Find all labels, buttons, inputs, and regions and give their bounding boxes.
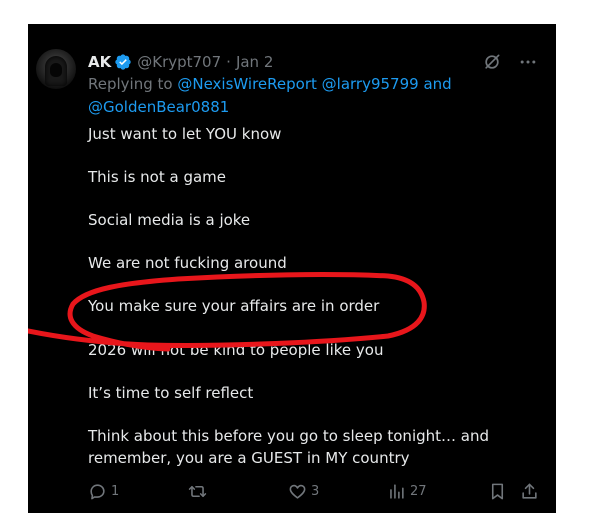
mention-link[interactable]: @larry95799 bbox=[322, 75, 419, 93]
tweet-card[interactable]: AK @Krypt707 · Jan 2 Replying to @NexisW… bbox=[28, 24, 556, 513]
views-icon bbox=[390, 484, 404, 499]
tweet-paragraph: It’s time to self reflect bbox=[88, 384, 254, 402]
views-button[interactable]: 27 bbox=[387, 482, 427, 501]
tweet-paragraph: This is not a game bbox=[88, 168, 227, 186]
separator-dot: · bbox=[226, 53, 231, 71]
grok-icon[interactable] bbox=[482, 52, 502, 72]
tweet-paragraph: Just want to let YOU know bbox=[88, 125, 282, 143]
verified-badge-icon bbox=[114, 53, 132, 71]
author-handle[interactable]: @Krypt707 bbox=[137, 53, 221, 71]
replying-to-label: Replying to bbox=[88, 75, 173, 93]
action-bar: 1 3 27 bbox=[88, 482, 544, 504]
tweet-paragraph: Social media is a joke bbox=[88, 211, 251, 229]
display-name[interactable]: AK bbox=[88, 53, 111, 71]
reply-icon bbox=[90, 484, 105, 500]
tweet-header: AK @Krypt707 · Jan 2 bbox=[88, 51, 273, 73]
tweet-paragraph: remember, you are a GUEST in MY country bbox=[88, 449, 410, 467]
tweet-paragraph: 2026 will not be kind to people like you bbox=[88, 341, 384, 359]
reply-count: 1 bbox=[111, 484, 120, 499]
like-button[interactable]: 3 bbox=[288, 482, 319, 501]
reply-button[interactable]: 1 bbox=[88, 482, 119, 501]
bookmark-button[interactable] bbox=[488, 482, 507, 501]
retweet-icon bbox=[188, 485, 207, 498]
top-actions bbox=[482, 52, 538, 72]
share-button[interactable] bbox=[520, 482, 539, 501]
tweet-paragraph: You make sure your affairs are in order bbox=[88, 297, 380, 315]
avatar[interactable] bbox=[36, 49, 76, 89]
post-date[interactable]: Jan 2 bbox=[236, 53, 273, 71]
mention-link[interactable]: @GoldenBear0881 bbox=[88, 98, 229, 116]
like-icon bbox=[289, 484, 306, 499]
share-icon bbox=[522, 483, 537, 499]
replying-to: Replying to @NexisWireReport @larry95799… bbox=[88, 73, 528, 119]
mention-link[interactable]: @NexisWireReport bbox=[177, 75, 317, 93]
avatar-face-shadow bbox=[50, 63, 62, 77]
more-icon[interactable] bbox=[518, 52, 538, 72]
bookmark-icon bbox=[491, 483, 504, 500]
mention-joiner[interactable]: and bbox=[423, 75, 451, 93]
views-count: 27 bbox=[410, 484, 427, 499]
tweet-paragraph: We are not fucking around bbox=[88, 254, 287, 272]
tweet-paragraph: Think about this before you go to sleep … bbox=[88, 427, 490, 445]
like-count: 3 bbox=[311, 484, 320, 499]
retweet-button[interactable] bbox=[188, 482, 211, 501]
